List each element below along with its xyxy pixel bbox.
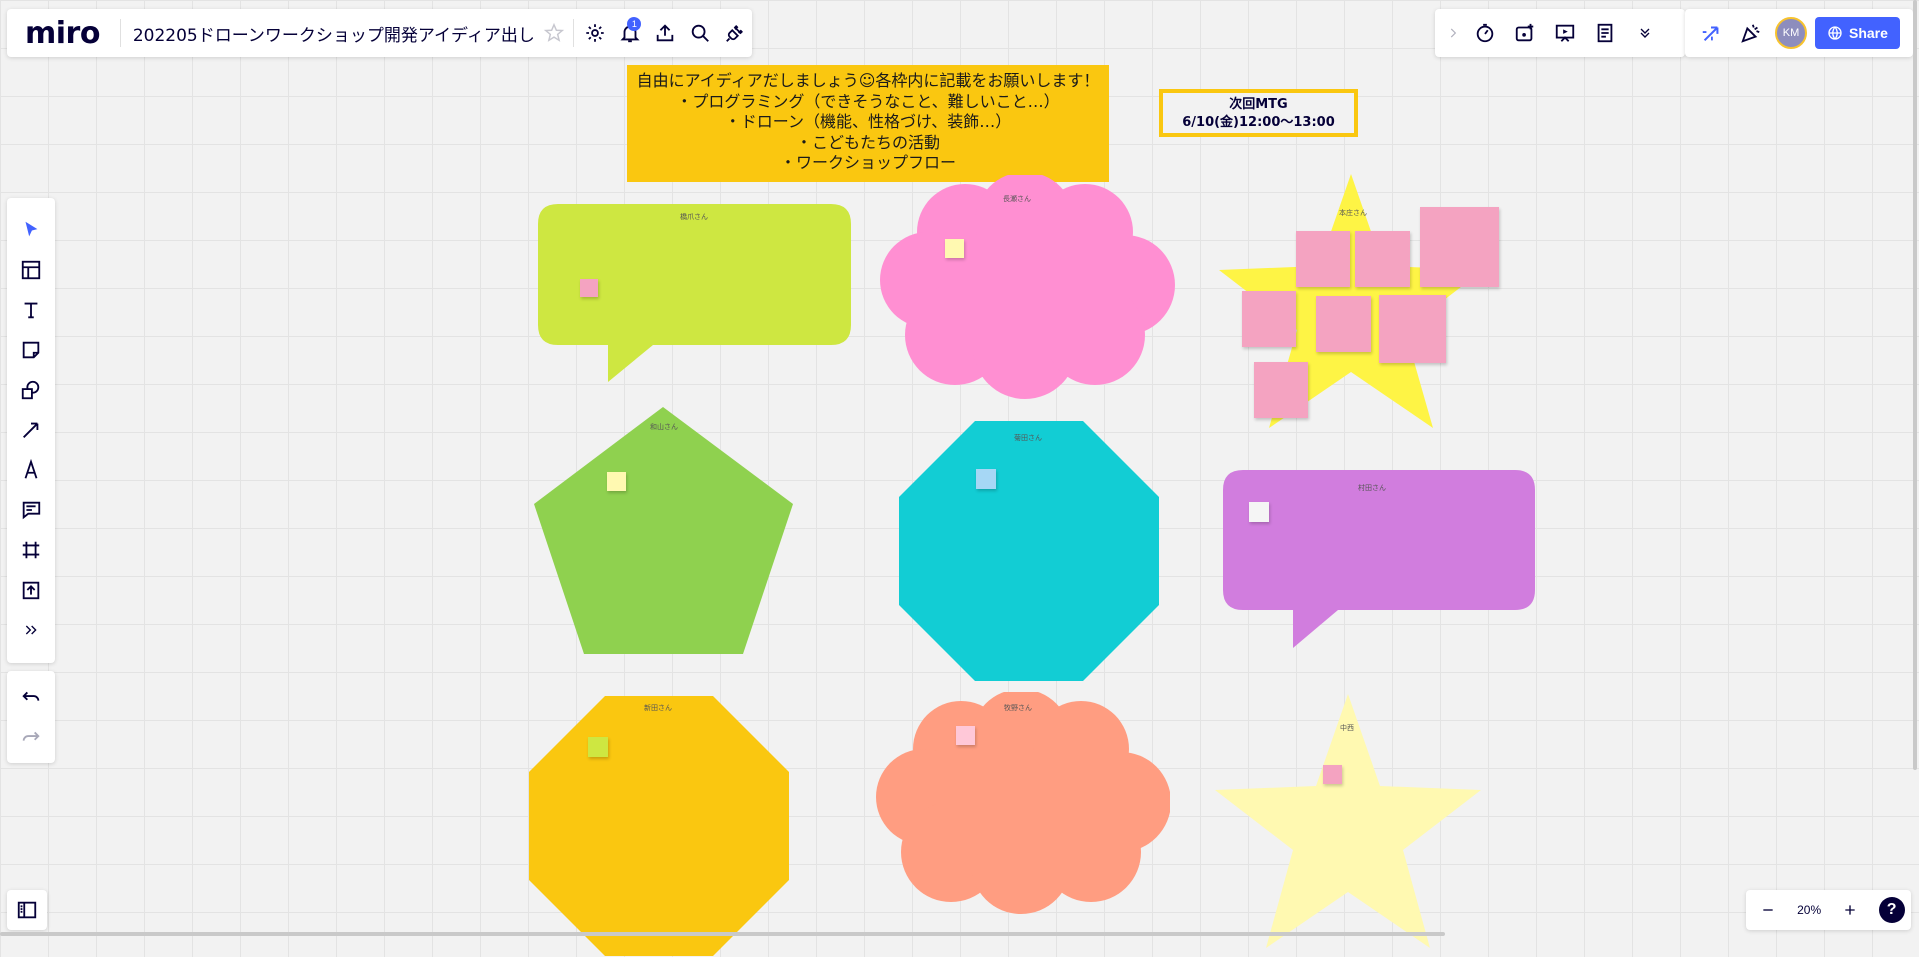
zoom-level[interactable]: 20% <box>1797 903 1821 917</box>
frame-icon[interactable] <box>11 530 51 570</box>
cursor-follow-icon[interactable] <box>1691 13 1731 53</box>
next-meeting-title: 次回MTG <box>1229 97 1288 112</box>
board-header: miro 202205ドローンワークショップ開発アイディア出し 1 <box>7 9 752 57</box>
select-cursor-icon[interactable] <box>11 210 51 250</box>
cloud-pink[interactable] <box>880 175 1176 400</box>
redo-icon[interactable] <box>11 717 51 757</box>
octagon-orange[interactable] <box>528 695 790 957</box>
notes-document-icon[interactable] <box>1585 13 1625 53</box>
next-meeting-box[interactable]: 次回MTG 6/10(金)12:00～13:00 <box>1159 89 1358 137</box>
sidebar-panel-icon <box>17 901 37 919</box>
shape-label-light-star: 中西 <box>1340 724 1354 732</box>
shape-label-pink-cloud: 長瀬さん <box>1003 195 1031 203</box>
sticky-note[interactable] <box>580 279 598 297</box>
sticky-note[interactable] <box>956 726 975 745</box>
globe-icon <box>1828 26 1842 40</box>
templates-icon[interactable] <box>11 250 51 290</box>
shape-label-yellow-star: 本庄さん <box>1339 209 1367 217</box>
sticky-note[interactable] <box>976 469 996 489</box>
zoom-out-minus-icon[interactable] <box>1752 890 1784 930</box>
sticky-note[interactable] <box>607 472 626 491</box>
instructions-banner[interactable]: 自由にアイディアだしましょう☺各枠内に記載をお願いします！ ・プログラミング（で… <box>627 65 1109 182</box>
share-button[interactable]: Share <box>1815 17 1900 49</box>
sticky-note[interactable] <box>1316 296 1371 352</box>
search-icon[interactable] <box>682 13 717 53</box>
shape-label-green-pentagon: 和山さん <box>650 423 678 431</box>
cloud-salmon[interactable] <box>876 692 1170 917</box>
sticky-note-icon[interactable] <box>11 330 51 370</box>
presentation-icon[interactable] <box>1545 13 1585 53</box>
octagon-teal[interactable] <box>898 420 1160 682</box>
board-canvas[interactable]: 自由にアイディアだしましょう☺各枠内に記載をお願いします！ ・プログラミング（で… <box>0 0 1919 956</box>
banner-line: ・プログラミング（できそうなこと、難しいこと…） <box>676 91 1060 111</box>
shape-label-teal-octagon: 菊田さん <box>1014 434 1042 442</box>
connection-line-icon[interactable] <box>11 410 51 450</box>
horizontal-scrollbar[interactable] <box>0 932 1445 936</box>
undo-redo-toolbar <box>7 671 55 763</box>
miro-logo[interactable]: miro <box>7 16 116 51</box>
user-toolbar: KM Share <box>1685 9 1913 57</box>
sticky-note[interactable] <box>1323 765 1342 784</box>
sticky-note[interactable] <box>588 737 608 757</box>
collaboration-toolbar <box>1435 9 1685 57</box>
divider <box>119 19 121 47</box>
zoom-in-plus-icon[interactable] <box>1834 890 1866 930</box>
sticky-note[interactable] <box>1296 231 1350 287</box>
sticky-note[interactable] <box>945 239 964 258</box>
shape-label-green-bubble: 橋爪さん <box>680 213 708 221</box>
sticky-note[interactable] <box>1249 502 1269 522</box>
banner-line: ・こどもたちの活動 <box>795 132 940 152</box>
apps-plug-icon[interactable] <box>717 13 752 53</box>
sticky-note[interactable] <box>1379 295 1446 363</box>
sticky-note[interactable] <box>1242 291 1296 347</box>
avatar: KM <box>1775 17 1807 49</box>
share-label: Share <box>1849 25 1888 41</box>
shape-label-orange-octagon: 新田さん <box>644 704 672 712</box>
sticky-note[interactable] <box>1254 362 1308 418</box>
board-title[interactable]: 202205ドローンワークショップ開発アイディア出し <box>125 21 543 46</box>
sticky-note[interactable] <box>1355 231 1410 287</box>
settings-gear-icon[interactable] <box>578 13 613 53</box>
pentagon-green[interactable] <box>533 406 794 656</box>
user-avatar[interactable]: KM <box>1771 13 1811 53</box>
star-icon[interactable] <box>543 13 565 53</box>
double-chevron-down-icon[interactable] <box>1625 13 1665 53</box>
undo-icon[interactable] <box>11 677 51 717</box>
creation-toolbar <box>7 198 55 663</box>
help-question-icon[interactable]: ? <box>1878 897 1905 923</box>
next-meeting-time: 6/10(金)12:00～13:00 <box>1182 115 1335 130</box>
banner-line: ・ワークショップフロー <box>779 153 956 172</box>
voting-icon[interactable] <box>1505 13 1545 53</box>
reactions-celebrate-icon[interactable] <box>1731 13 1771 53</box>
banner-line: 自由にアイディアだしましょう☺各枠内に記載をお願いします！ <box>636 71 1100 90</box>
divider <box>572 19 574 47</box>
shape-label-purple-bubble: 村田さん <box>1358 484 1386 492</box>
shape-label-salmon-cloud: 牧野さん <box>1004 704 1032 712</box>
timer-icon[interactable] <box>1465 13 1505 53</box>
text-tool-icon[interactable] <box>11 290 51 330</box>
pen-draw-icon[interactable] <box>11 450 51 490</box>
vertical-scrollbar[interactable] <box>1913 0 1917 770</box>
upload-icon[interactable] <box>11 570 51 610</box>
more-tools-icon[interactable] <box>11 610 51 650</box>
banner-line: ・ドローン（機能、性格づけ、装飾…） <box>724 112 1012 131</box>
frames-panel-toggle[interactable] <box>7 890 47 930</box>
upload-export-icon[interactable] <box>647 13 682 53</box>
chevron-right-icon[interactable] <box>1441 13 1465 53</box>
sticky-note[interactable] <box>1420 207 1499 287</box>
zoom-controls: 20% ? <box>1746 890 1911 930</box>
comment-icon[interactable] <box>11 490 51 530</box>
speech-bubble-purple[interactable] <box>1223 470 1535 650</box>
shapes-icon[interactable] <box>11 370 51 410</box>
notifications-bell-icon[interactable]: 1 <box>613 13 648 53</box>
